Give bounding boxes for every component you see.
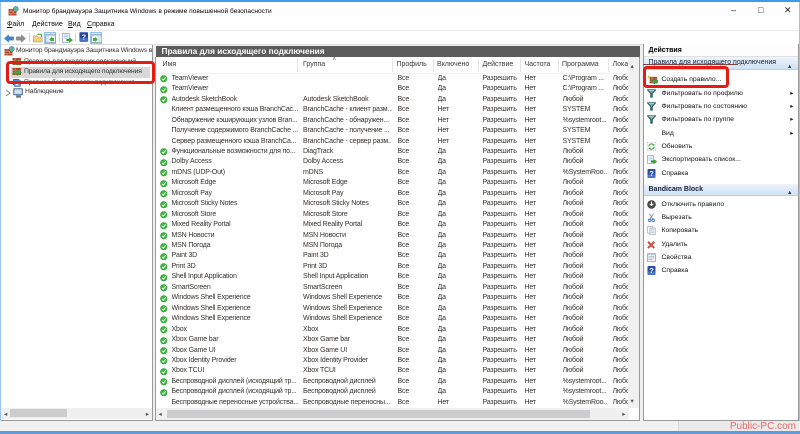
svg-text:?: ? xyxy=(81,33,86,42)
svg-text:?: ? xyxy=(649,266,654,275)
svg-text:?: ? xyxy=(649,169,654,178)
